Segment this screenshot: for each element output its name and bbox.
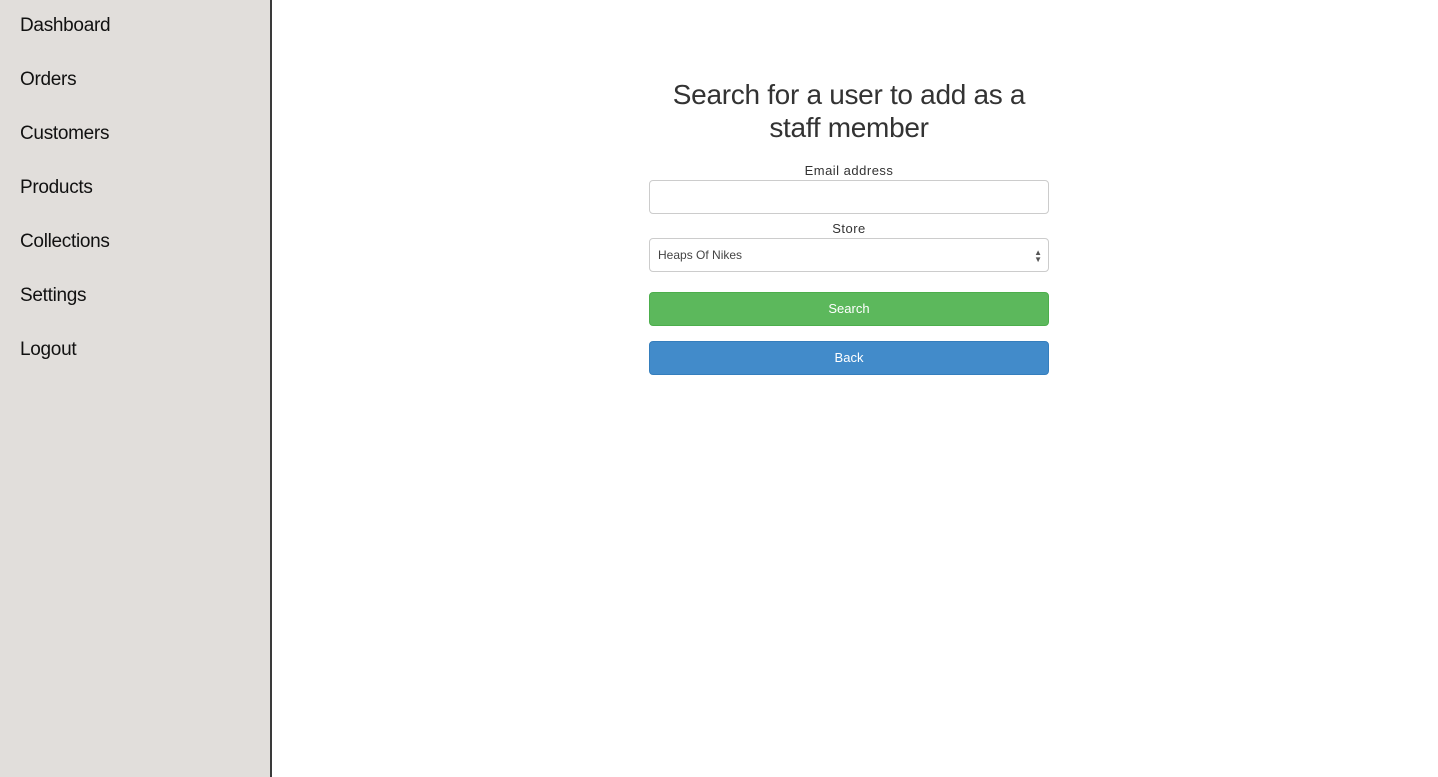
sidebar-item-dashboard[interactable]: Dashboard: [20, 15, 111, 37]
sidebar-item-customers[interactable]: Customers: [20, 123, 109, 145]
sidebar-item-logout[interactable]: Logout: [20, 339, 77, 361]
store-label: Store: [832, 221, 866, 236]
email-input[interactable]: [649, 180, 1049, 214]
store-selected-value: Heaps Of Nikes: [658, 248, 743, 262]
email-label: Email address: [804, 163, 894, 178]
search-button[interactable]: Search: [649, 292, 1049, 326]
select-arrows-icon: ▲ ▼: [1034, 248, 1042, 264]
staff-search-form: Search for a user to add as a staff memb…: [649, 78, 1049, 375]
page-title: Search for a user to add as a staff memb…: [672, 79, 1026, 143]
main-content: Search for a user to add as a staff memb…: [272, 0, 1438, 777]
store-select[interactable]: Heaps Of Nikes ▲ ▼: [649, 238, 1049, 272]
sidebar: Dashboard Orders Customers Products Coll…: [0, 0, 272, 777]
sidebar-item-products[interactable]: Products: [20, 177, 93, 199]
sidebar-item-orders[interactable]: Orders: [20, 69, 77, 91]
back-button[interactable]: Back: [649, 341, 1049, 375]
sidebar-item-settings[interactable]: Settings: [20, 285, 87, 307]
sidebar-item-collections[interactable]: Collections: [20, 231, 110, 253]
